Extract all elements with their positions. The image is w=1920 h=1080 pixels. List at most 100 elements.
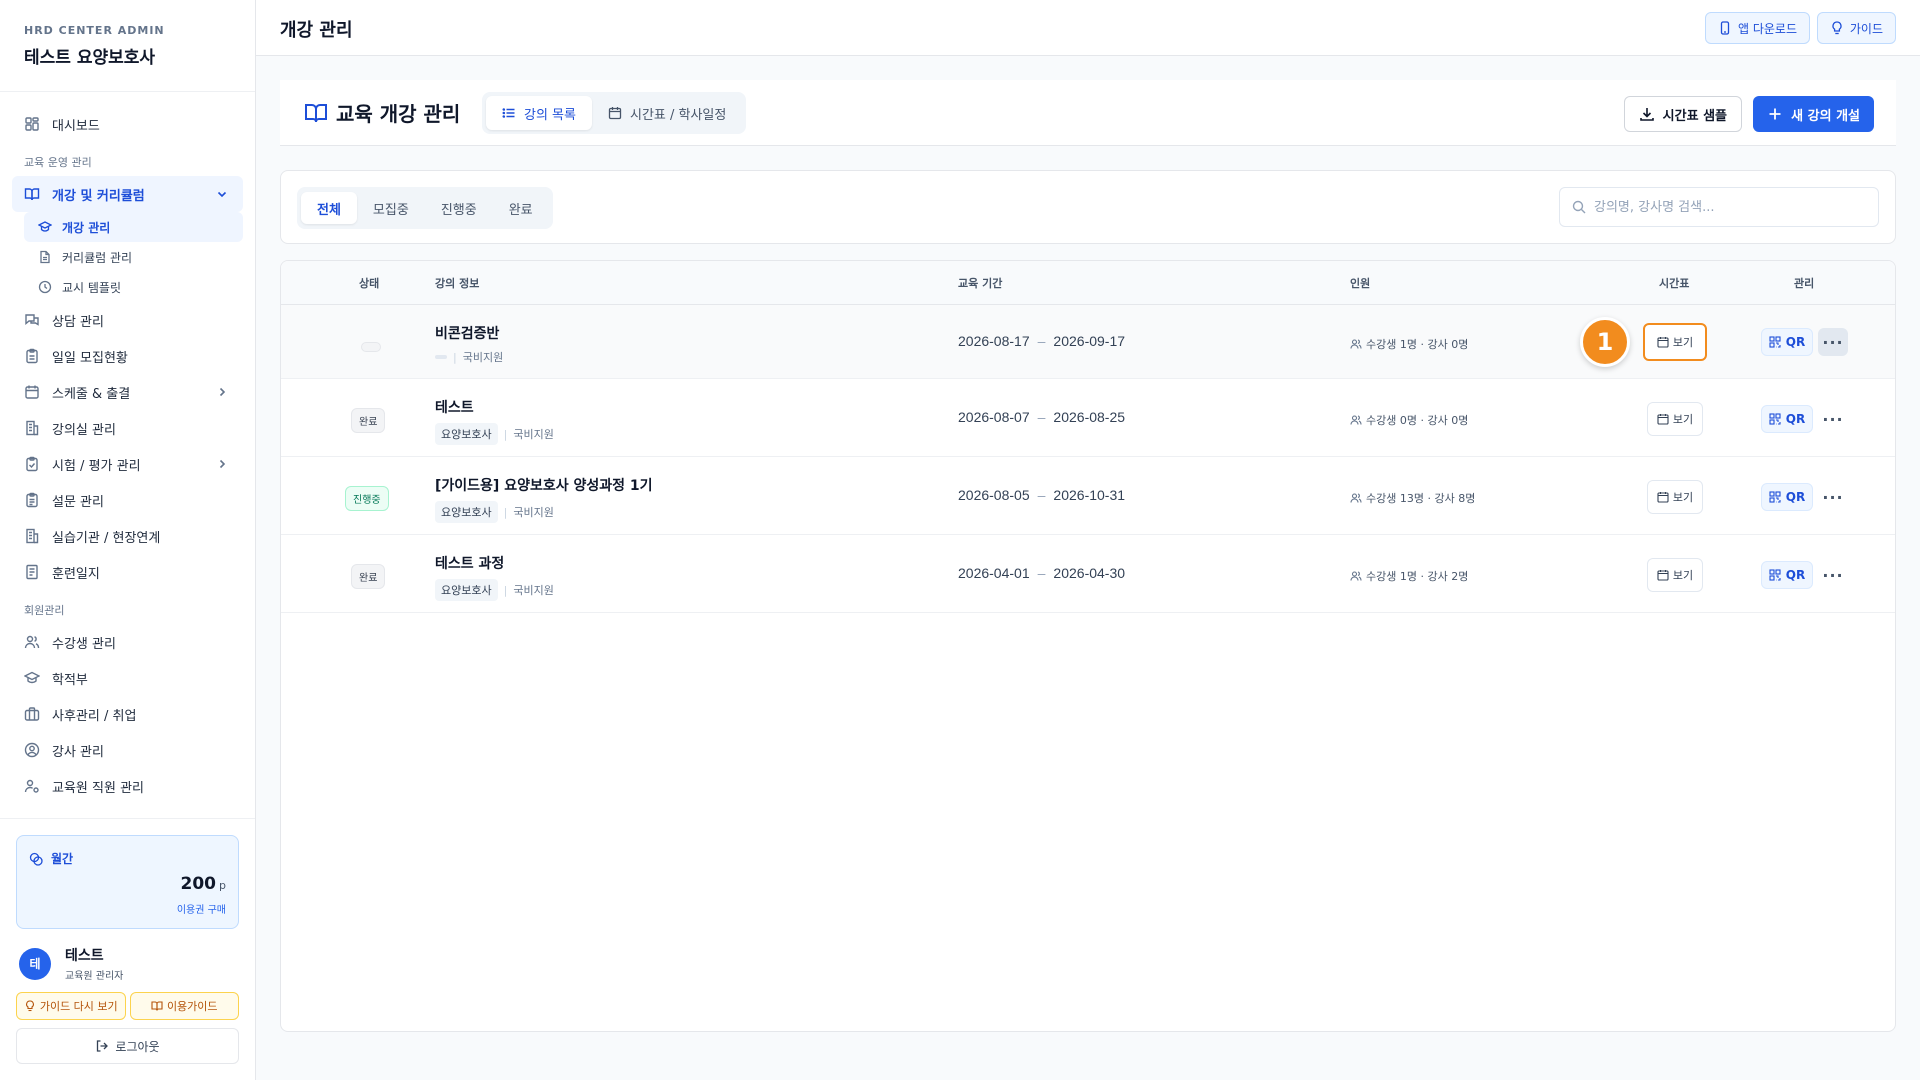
- filter-tab-completed[interactable]: 완료: [493, 192, 549, 224]
- sidebar-item-classroom[interactable]: 강의실 관리: [0, 410, 255, 446]
- guide-again-button[interactable]: 가이드 다시 보기: [16, 992, 126, 1020]
- filter-tab-all[interactable]: 전체: [301, 192, 357, 224]
- sidebar-subitem-curriculum[interactable]: 커리큘럼 관리: [24, 242, 243, 272]
- sidebar-item-daily-recruit[interactable]: 일일 모집현황: [0, 338, 255, 374]
- timetable-view-button[interactable]: 보기: [1647, 558, 1703, 592]
- student-count: 수강생 13명: [1366, 492, 1424, 505]
- course-title: [가이드용] 요양보호사 양성과정 1기: [435, 478, 653, 494]
- table-row[interactable]: 진행중 [가이드용] 요양보호사 양성과정 1기 요양보호사 | 국비지원 20…: [281, 457, 1895, 535]
- period-dash: –: [1037, 565, 1046, 581]
- course-people: 수강생 13명 · 강사 8명: [1350, 490, 1475, 506]
- step-marker: 1: [1580, 317, 1630, 367]
- course-meta: | 국비지원: [435, 349, 503, 365]
- period-end: 2026-09-17: [1053, 333, 1126, 349]
- app-download-button[interactable]: 앱 다운로드: [1704, 12, 1810, 44]
- new-course-button[interactable]: 새 강의 개설: [1753, 96, 1874, 132]
- timetable-sample-button[interactable]: 시간표 샘플: [1623, 96, 1742, 132]
- sidebar-item-training-log[interactable]: 훈련일지: [0, 554, 255, 590]
- tab-course-list[interactable]: 강의 목록: [486, 96, 592, 130]
- sidebar-item-practice-institution[interactable]: 실습기관 / 현장연계: [0, 518, 255, 554]
- period-dash: –: [1037, 409, 1046, 425]
- usage-guide-button[interactable]: 이용가이드: [129, 992, 239, 1020]
- course-funding: 국비지원: [513, 584, 554, 597]
- users-icon: [1350, 339, 1362, 349]
- sidebar-item-schedule-attendance[interactable]: 스케줄 & 출결: [0, 374, 255, 410]
- qr-button[interactable]: QR: [1761, 483, 1813, 511]
- sidebar-item-aftercare[interactable]: 사후관리 / 취업: [0, 696, 255, 732]
- tab-timetable[interactable]: 시간표 / 학사일정: [592, 96, 742, 130]
- points-value: 200 p: [181, 874, 226, 894]
- sidebar-item-students[interactable]: 수강생 관리: [0, 624, 255, 660]
- logout-button[interactable]: 로그아웃: [16, 1028, 239, 1064]
- user-gear-icon: [24, 779, 39, 793]
- sidebar-item-staff[interactable]: 교육원 직원 관리: [0, 768, 255, 804]
- brand-eyebrow: HRD CENTER ADMIN: [24, 24, 165, 37]
- sidebar-item-instructors[interactable]: 강사 관리: [0, 732, 255, 768]
- sidebar-item-label: 사후관리 / 취업: [52, 708, 137, 724]
- sidebar-item-label: 훈련일지: [52, 566, 100, 582]
- sidebar-item-label: 일일 모집현황: [52, 350, 128, 366]
- guide-buttons: 가이드 다시 보기 이용가이드: [16, 992, 239, 1020]
- sidebar-item-course-curriculum[interactable]: 개강 및 커리큘럼: [12, 176, 243, 212]
- qr-button[interactable]: QR: [1761, 405, 1813, 433]
- instructor-count: · 강사 8명: [1427, 492, 1476, 505]
- sidebar-item-academic-records[interactable]: 학적부: [0, 660, 255, 696]
- table-row[interactable]: 완료 테스트 요양보호사 | 국비지원 2026-08-07–2026-08-2…: [281, 379, 1895, 457]
- chevron-down-icon: [217, 191, 227, 198]
- qr-button[interactable]: QR: [1761, 328, 1813, 356]
- status-badge: 완료: [351, 408, 386, 433]
- sidebar-subitem-period-template[interactable]: 교시 템플릿: [24, 272, 243, 302]
- course-category-tag: [435, 355, 447, 359]
- qr-button[interactable]: QR: [1761, 561, 1813, 589]
- more-options-button[interactable]: ···: [1818, 328, 1848, 356]
- top-header: 개강 관리 앱 다운로드 가이드: [256, 0, 1920, 56]
- guide-button[interactable]: 가이드: [1816, 12, 1896, 44]
- qr-label: QR: [1785, 568, 1806, 582]
- sidebar-item-survey[interactable]: 설문 관리: [0, 482, 255, 518]
- chevron-right-icon: [219, 459, 226, 469]
- col-info: 강의 정보: [435, 277, 480, 290]
- table-row[interactable]: 비콘검증반 | 국비지원 2026-08-17–2026-09-17 수강생 1…: [281, 305, 1895, 379]
- sidebar-subitem-course-manage[interactable]: 개강 관리: [24, 212, 243, 242]
- clipboard-icon: [26, 348, 38, 364]
- filter-tab-in-progress[interactable]: 진행중: [425, 192, 493, 224]
- course-info: 테스트 과정 요양보호사 | 국비지원: [435, 553, 554, 601]
- sidebar-item-exam[interactable]: 시험 / 평가 관리: [0, 446, 255, 482]
- status-filter-tabs: 전체 모집중 진행중 완료: [297, 187, 553, 229]
- usage-guide-label: 이용가이드: [166, 1000, 218, 1013]
- user-role: 교육원 관리자: [65, 971, 124, 982]
- course-info: 비콘검증반 | 국비지원: [435, 323, 503, 365]
- view-tabs: 강의 목록 시간표 / 학사일정: [482, 92, 747, 134]
- sidebar-item-dashboard[interactable]: 대시보드: [0, 106, 255, 142]
- more-options-button[interactable]: ···: [1818, 561, 1848, 589]
- timetable-view-button[interactable]: 보기: [1643, 323, 1707, 361]
- page-title-text: 교육 개강 관리: [336, 102, 461, 126]
- more-options-button[interactable]: ···: [1818, 483, 1848, 511]
- timetable-view-button[interactable]: 보기: [1647, 480, 1703, 514]
- user-circle-icon: [24, 742, 40, 758]
- period-start: 2026-08-05: [958, 487, 1030, 503]
- table-row[interactable]: 완료 테스트 과정 요양보호사 | 국비지원 2026-04-01–2026-0…: [281, 535, 1895, 613]
- sidebar-item-label: 교육원 직원 관리: [52, 780, 144, 796]
- logout-icon: [97, 1040, 109, 1052]
- filter-tab-recruiting[interactable]: 모집중: [357, 192, 425, 224]
- course-info: 테스트 요양보호사 | 국비지원: [435, 397, 554, 445]
- search-icon: [1572, 200, 1586, 214]
- guide-again-label: 가이드 다시 보기: [39, 1000, 118, 1013]
- course-funding: 국비지원: [513, 428, 554, 441]
- search-input[interactable]: [1594, 199, 1874, 215]
- sidebar-item-consult[interactable]: 상담 관리: [0, 302, 255, 338]
- qr-label: QR: [1785, 335, 1806, 349]
- course-people: 수강생 0명 · 강사 0명: [1350, 412, 1468, 428]
- course-title: 테스트: [435, 400, 474, 416]
- col-status: 상태: [359, 277, 380, 290]
- sidebar-footer: 월간 200 p 이용권 구매 테 테스트 교육원 관리자 가이드 다시 보기 이…: [0, 818, 255, 1080]
- timetable-view-button[interactable]: 보기: [1647, 402, 1703, 436]
- period-end: 2026-08-25: [1053, 409, 1126, 425]
- period-dash: –: [1037, 487, 1046, 503]
- student-count: 수강생 1명: [1366, 338, 1417, 351]
- more-options-button[interactable]: ···: [1818, 405, 1848, 433]
- period-end: 2026-04-30: [1053, 565, 1126, 581]
- buy-pass-link[interactable]: 이용권 구매: [177, 901, 226, 916]
- meta-separator: |: [503, 583, 508, 597]
